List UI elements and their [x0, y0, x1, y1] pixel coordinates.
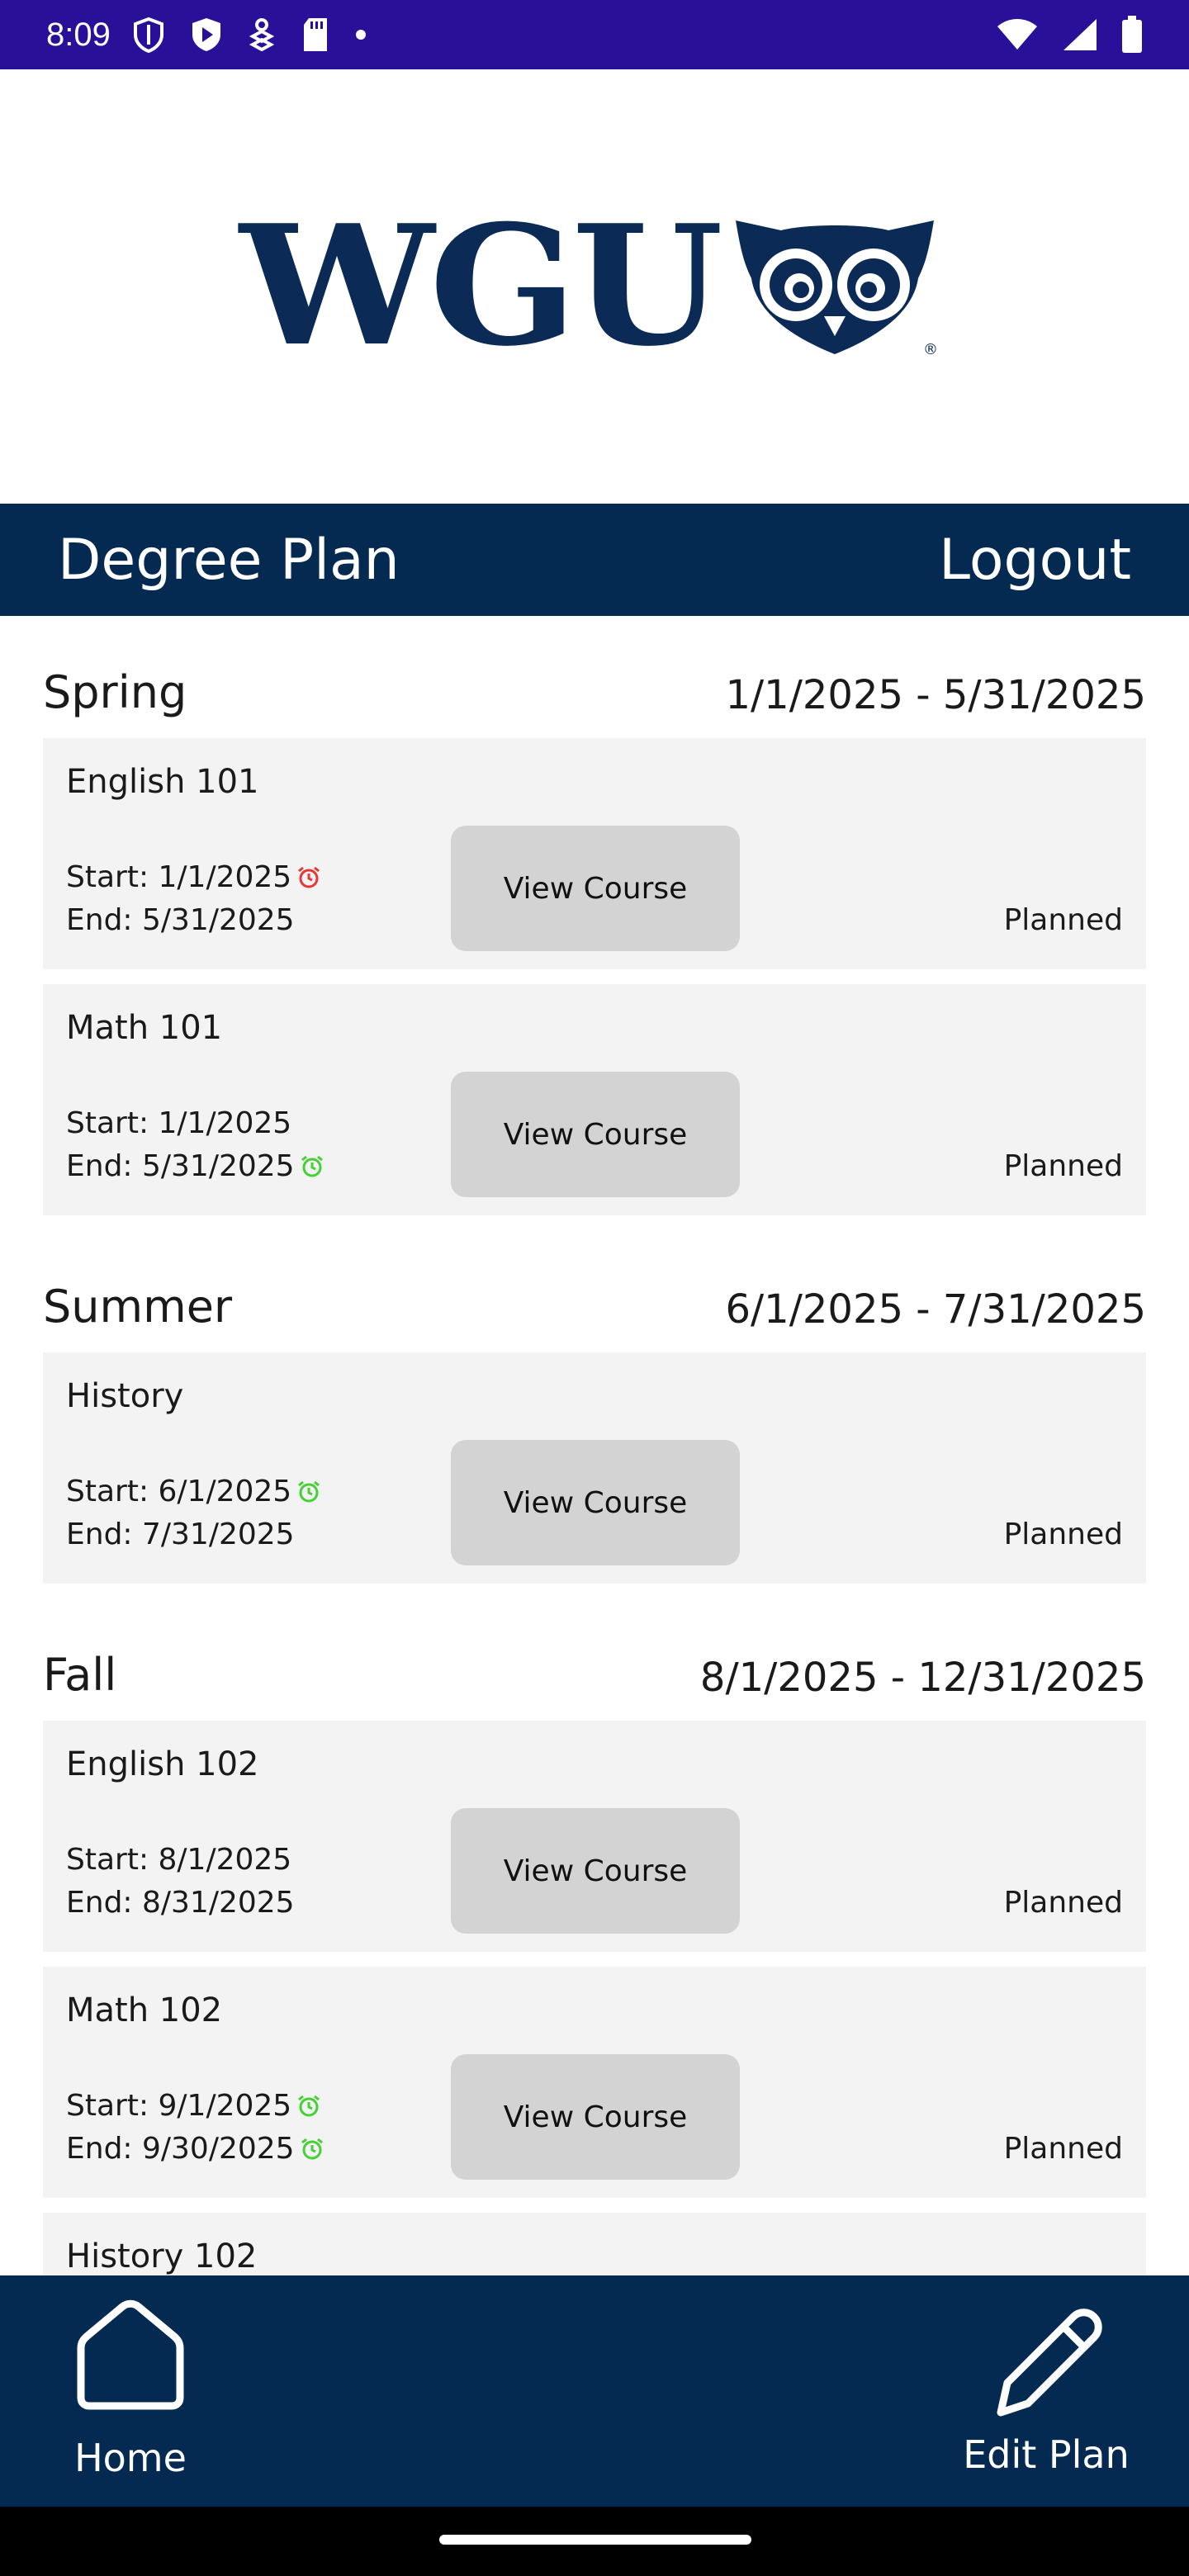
dot-icon	[355, 30, 366, 40]
course-start-date: Start: 8/1/2025	[66, 1843, 291, 1877]
status-icons	[132, 17, 367, 53]
term-dates: 1/1/2025 - 5/31/2025	[725, 672, 1146, 718]
wifi-icon	[997, 19, 1037, 50]
course-card: English 102 Start: 8/1/2025 End: 8/31/20…	[43, 1721, 1146, 1952]
view-course-button[interactable]: View Course	[451, 2054, 740, 2180]
battery-icon	[1122, 16, 1142, 53]
course-end-date: End: 5/31/2025	[66, 1149, 324, 1183]
app-header: Degree Plan Logout	[0, 504, 1189, 616]
view-course-button[interactable]: View Course	[451, 1808, 740, 1934]
shield-icon	[133, 17, 163, 53]
course-name: History 102	[66, 2237, 258, 2275]
logo-area: WGU ®	[0, 69, 1189, 504]
wgu-logo: WGU ®	[239, 204, 938, 369]
signal-icon	[1063, 19, 1097, 50]
end-text: End: 9/30/2025	[66, 2132, 295, 2166]
play-protect-icon	[192, 18, 220, 51]
course-status: Planned	[1003, 1149, 1123, 1183]
view-course-button[interactable]: View Course	[451, 826, 740, 951]
course-end-date: End: 9/30/2025	[66, 2132, 324, 2166]
nav-edit-plan-button[interactable]: Edit Plan	[943, 2297, 1149, 2487]
term-dates: 6/1/2025 - 7/31/2025	[725, 1286, 1146, 1333]
start-text: Start: 8/1/2025	[66, 1843, 292, 1877]
status-time: 8:09	[46, 16, 111, 53]
term-header: Spring 1/1/2025 - 5/31/2025	[43, 616, 1146, 738]
course-name: English 102	[66, 1745, 259, 1783]
end-text: End: 5/31/2025	[66, 1149, 295, 1183]
course-card: English 101 Start: 1/1/2025 End: 5/31/20…	[43, 738, 1146, 969]
course-name: Math 101	[66, 1009, 223, 1047]
course-start-date: Start: 6/1/2025	[66, 1475, 321, 1508]
term-header: Summer 6/1/2025 - 7/31/2025	[43, 1230, 1146, 1352]
degree-plan-list[interactable]: Spring 1/1/2025 - 5/31/2025 English 101 …	[0, 616, 1189, 2275]
system-nav-bar	[0, 2507, 1189, 2576]
svg-text:®: ®	[923, 341, 938, 358]
alarm-green-icon	[298, 2095, 320, 2116]
alarm-red-icon	[298, 866, 320, 888]
course-card: Math 101 Start: 1/1/2025 End: 5/31/2025 …	[43, 984, 1146, 1215]
end-text: End: 8/31/2025	[66, 1886, 295, 1920]
logout-button[interactable]: Logout	[939, 528, 1131, 593]
course-card: Math 102 Start: 9/1/2025 End: 9/30/2025 …	[43, 1967, 1146, 2198]
course-status: Planned	[1003, 2132, 1123, 2166]
status-bar: 8:09	[0, 0, 1189, 69]
start-text: Start: 6/1/2025	[66, 1475, 292, 1508]
alarm-green-icon	[298, 1480, 320, 1502]
course-start-date: Start: 9/1/2025	[66, 2089, 321, 2123]
alarm-green-icon	[301, 1155, 323, 1177]
course-end-date: End: 8/31/2025	[66, 1886, 295, 1920]
course-name: History	[66, 1377, 184, 1415]
term-name: Spring	[43, 666, 187, 718]
nav-edit-label: Edit Plan	[963, 2432, 1130, 2477]
start-text: Start: 9/1/2025	[66, 2089, 292, 2123]
pencil-icon	[997, 2308, 1102, 2417]
end-text: End: 7/31/2025	[66, 1518, 295, 1551]
course-status: Planned	[1003, 903, 1123, 937]
course-start-date: Start: 1/1/2025	[66, 860, 321, 894]
course-name: Math 102	[66, 1991, 223, 2029]
course-start-date: Start: 1/1/2025	[66, 1106, 291, 1140]
view-course-button[interactable]: View Course	[451, 1072, 740, 1197]
term-name: Fall	[43, 1649, 117, 1701]
course-card: History Start: 6/1/2025 End: 7/31/2025 V…	[43, 1352, 1146, 1584]
start-text: Start: 1/1/2025	[66, 1106, 292, 1140]
sd-card-icon	[303, 18, 327, 51]
course-end-date: End: 5/31/2025	[66, 903, 295, 937]
nav-home-label: Home	[74, 2436, 187, 2480]
term-name: Summer	[43, 1281, 233, 1333]
status-right	[996, 16, 1143, 54]
usb-debug-icon	[249, 18, 275, 51]
nav-home-button[interactable]: Home	[50, 2297, 211, 2487]
alarm-green-icon	[301, 2138, 323, 2159]
logo-text: WGU	[239, 189, 723, 383]
term-header: Fall 8/1/2025 - 12/31/2025	[43, 1598, 1146, 1721]
start-text: Start: 1/1/2025	[66, 860, 292, 894]
end-text: End: 5/31/2025	[66, 903, 295, 937]
term-dates: 8/1/2025 - 12/31/2025	[699, 1655, 1146, 1701]
course-status: Planned	[1003, 1886, 1123, 1920]
page-title: Degree Plan	[58, 527, 400, 593]
bottom-nav: Home Edit Plan	[0, 2275, 1189, 2507]
home-icon	[77, 2299, 184, 2410]
gesture-home-pill[interactable]	[439, 2535, 751, 2545]
view-course-button[interactable]: View Course	[451, 1440, 740, 1565]
owl-logo-icon: ®	[735, 220, 938, 358]
course-status: Planned	[1003, 1518, 1123, 1551]
course-name: English 101	[66, 763, 259, 801]
course-card: History 102	[43, 2213, 1146, 2275]
course-end-date: End: 7/31/2025	[66, 1518, 295, 1551]
